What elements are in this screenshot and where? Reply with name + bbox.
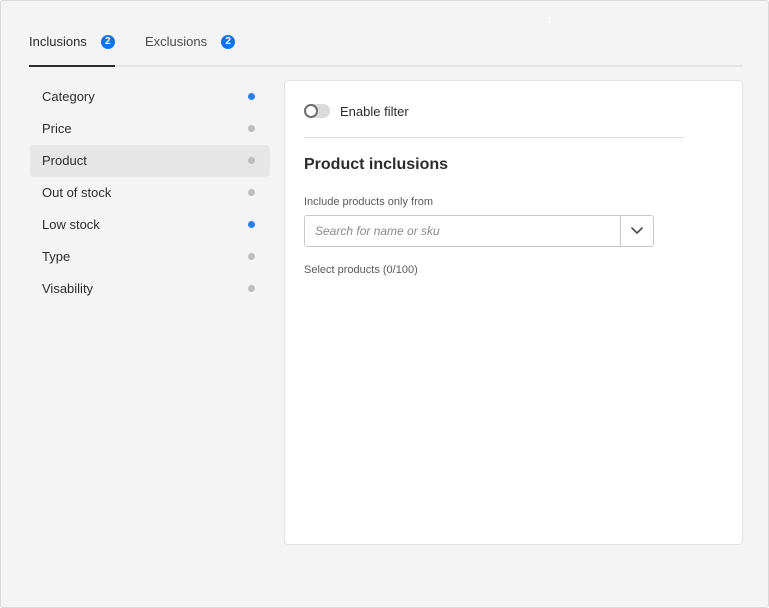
sidebar-item-label: Out of stock bbox=[42, 185, 112, 200]
sidebar-item-out-of-stock[interactable]: Out of stock bbox=[30, 177, 270, 209]
filter-panel: Enable filter Product inclusions Include… bbox=[284, 80, 743, 545]
tab-exclusions[interactable]: Exclusions 2 bbox=[145, 29, 245, 65]
tab-inclusions-label: Inclusions bbox=[29, 34, 87, 49]
sidebar-item-type[interactable]: Type bbox=[30, 241, 270, 273]
sidebar-item-label: Visability bbox=[42, 281, 94, 296]
status-dot bbox=[248, 253, 255, 260]
sidebar-item-category[interactable]: Category bbox=[30, 81, 270, 113]
enable-filter-row: Enable filter bbox=[304, 102, 409, 120]
sidebar-item-label: Product bbox=[42, 153, 87, 168]
sidebar-item-low-stock[interactable]: Low stock bbox=[30, 209, 270, 241]
tab-exclusions-badge: 2 bbox=[221, 35, 236, 49]
status-dot bbox=[248, 157, 255, 164]
product-search-input[interactable] bbox=[305, 216, 620, 246]
filter-sidebar: Category Price Product Out of stock Low … bbox=[30, 81, 270, 305]
select-products-count: Select products (0/100) bbox=[304, 264, 418, 276]
panel-title: Product inclusions bbox=[304, 156, 449, 173]
sidebar-item-label: Price bbox=[42, 121, 72, 136]
chevron-down-icon bbox=[631, 227, 643, 234]
filter-window: 1 Inclusions 2 Exclusions 2 Category Pri… bbox=[0, 0, 769, 608]
include-products-label: Include products only from bbox=[304, 196, 434, 208]
tab-inclusions[interactable]: Inclusions 2 bbox=[29, 29, 115, 65]
status-dot bbox=[248, 93, 255, 100]
status-dot bbox=[248, 221, 255, 228]
sidebar-item-product[interactable]: Product bbox=[30, 145, 270, 177]
dropdown-button[interactable] bbox=[620, 216, 653, 246]
status-dot bbox=[248, 125, 255, 132]
sidebar-item-price[interactable]: Price bbox=[30, 113, 270, 145]
product-search-combobox bbox=[304, 215, 654, 247]
sidebar-item-label: Category bbox=[42, 89, 95, 104]
sidebar-item-visability[interactable]: Visability bbox=[30, 273, 270, 305]
sidebar-item-label: Low stock bbox=[42, 217, 100, 232]
tab-exclusions-label: Exclusions bbox=[145, 34, 208, 49]
status-dot bbox=[248, 189, 255, 196]
status-dot bbox=[248, 285, 255, 292]
toggle-knob bbox=[304, 104, 318, 118]
enable-filter-label: Enable filter bbox=[340, 103, 409, 119]
enable-filter-toggle[interactable] bbox=[304, 104, 330, 118]
tab-bar: Inclusions 2 Exclusions 2 bbox=[29, 29, 743, 67]
tab-inclusions-badge: 2 bbox=[100, 35, 115, 49]
active-tab-indicator bbox=[29, 65, 115, 67]
divider bbox=[304, 137, 684, 138]
stray-mark: 1 bbox=[547, 15, 553, 25]
sidebar-item-label: Type bbox=[42, 249, 71, 264]
